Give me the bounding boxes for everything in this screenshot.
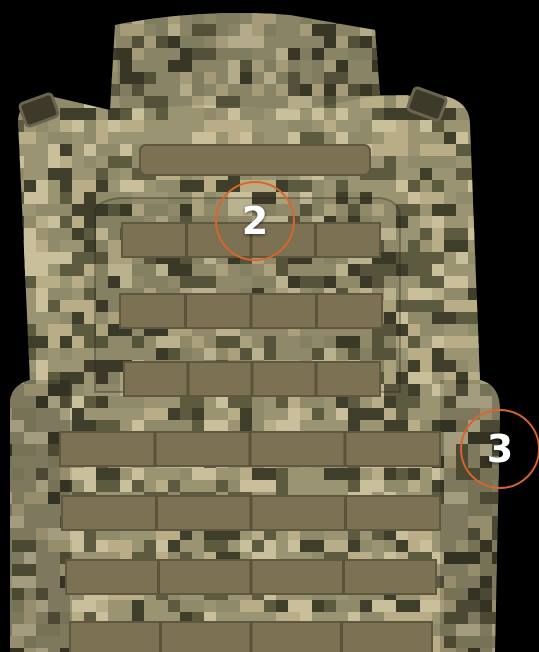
callout-marker-2-label: 2 bbox=[241, 199, 269, 243]
photo-stage: 2 3 bbox=[0, 0, 539, 652]
callout-marker-3-label: 3 bbox=[486, 427, 514, 471]
plate-carrier-vest-image bbox=[10, 12, 500, 652]
callout-marker-2[interactable]: 2 bbox=[215, 181, 295, 261]
callout-marker-3[interactable]: 3 bbox=[460, 409, 539, 489]
